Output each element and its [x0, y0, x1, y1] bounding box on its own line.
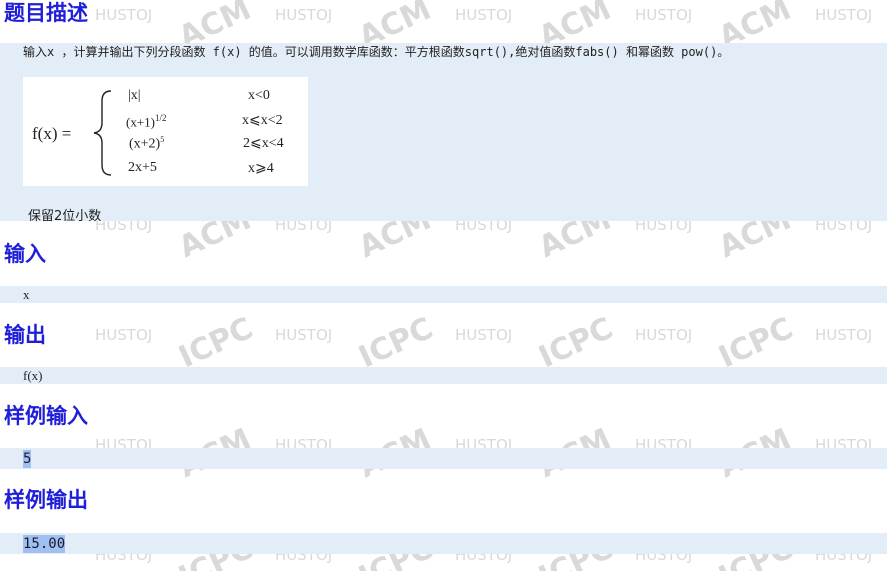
case-2-cond: x⩽x<2 [242, 113, 283, 128]
input-panel [0, 286, 887, 303]
output-text: f(x) [23, 368, 43, 383]
sample-output-value[interactable]: 15.00 [23, 535, 66, 553]
case-1-cond: x<0 [248, 88, 270, 103]
sample-output-heading: 样例输出 [4, 487, 88, 512]
sample-input-panel [0, 448, 887, 469]
description-text: 输入x ，计算并输出下列分段函数 f(x) 的值。可以调用数学库函数：平方根函数… [23, 45, 730, 59]
precision-note: 保留2位小数 [28, 209, 102, 224]
case-2-base: (x+1) [126, 114, 155, 130]
case-1-expr: |x| [128, 88, 141, 103]
case-4-expr: 2x+5 [128, 160, 157, 175]
left-brace-icon [93, 90, 112, 176]
case-4-cond: x⩾4 [248, 161, 274, 176]
input-text: x [23, 287, 30, 302]
sample-input-heading: 样例输入 [4, 403, 88, 428]
description-heading: 题目描述 [4, 0, 88, 25]
case-3-cond: 2⩽x<4 [243, 136, 284, 151]
case-3-expr: (x+2)5 [129, 135, 164, 153]
case-2-expr: (x+1)1/2 [126, 113, 167, 130]
output-heading: 输出 [4, 322, 46, 347]
case-2-exponent: 1/2 [155, 113, 167, 123]
input-heading: 输入 [4, 241, 46, 266]
sample-input-value[interactable]: 5 [23, 450, 32, 468]
problem-page: 题目描述 输入x ，计算并输出下列分段函数 f(x) 的值。可以调用数学库函数：… [0, 0, 887, 571]
formula-lhs: f(x) = [32, 124, 72, 143]
sample-output-panel [0, 533, 887, 554]
case-3-exponent: 5 [160, 135, 165, 144]
output-panel [0, 367, 887, 384]
piecewise-formula-image: f(x) = |x| x<0 (x+1)1/2 x⩽x<2 (x+2)5 2⩽x… [23, 77, 308, 186]
case-3-base: (x+2) [129, 136, 161, 152]
